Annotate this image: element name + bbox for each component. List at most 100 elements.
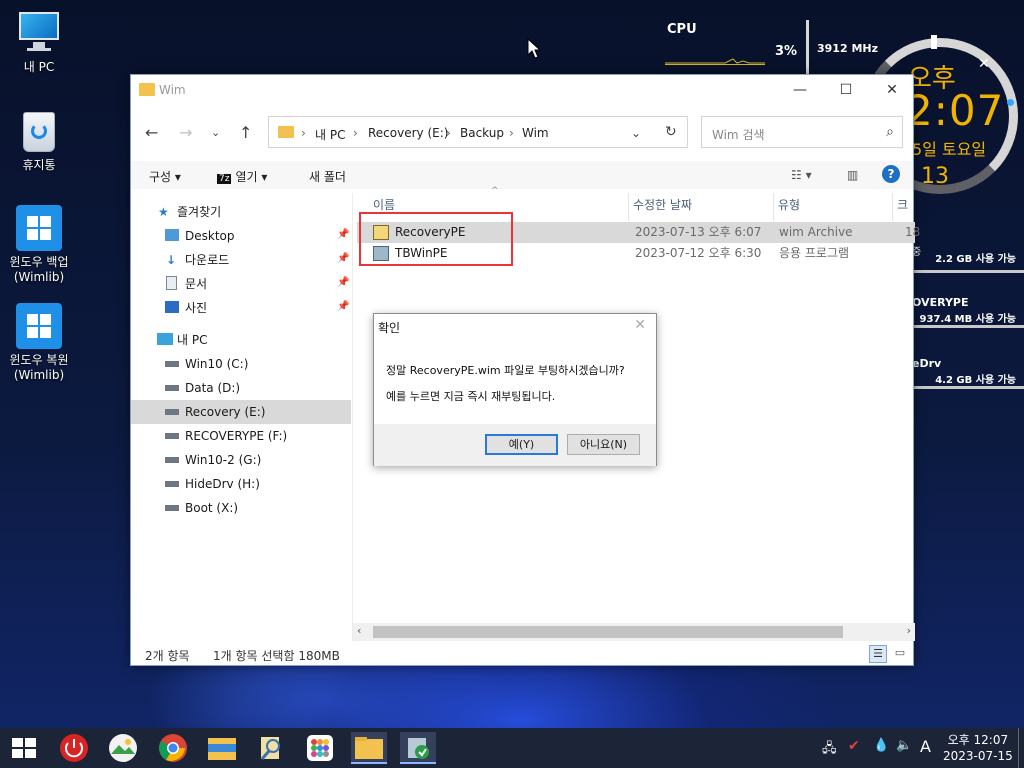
drive-gadget: OVERYPE 937.4 MB 사용 가능	[912, 296, 1024, 328]
status-item-count: 2개 항목	[145, 649, 190, 663]
tree-item-pictures[interactable]: 사진 📌	[131, 296, 351, 320]
no-button[interactable]: 아니요(N)	[567, 434, 640, 455]
yes-button[interactable]: 예(Y)	[485, 434, 558, 455]
desktop-icon-recycle-bin[interactable]: 휴지통	[0, 108, 78, 173]
column-header-size[interactable]: 크	[893, 193, 915, 221]
drive-free: 937.4 MB 사용 가능	[919, 314, 1016, 325]
tree-item-quick-access[interactable]: ★ 즐겨찾기	[131, 200, 351, 224]
tree-item-drive-x[interactable]: Boot (X:)	[131, 496, 351, 520]
mouse-cursor-icon	[527, 38, 541, 59]
drive-free: 2.2 GB 사용 가능	[935, 254, 1016, 265]
start-button[interactable]	[6, 732, 42, 764]
chevron-right-icon: ›	[446, 126, 451, 140]
close-button[interactable]: ✕	[869, 75, 915, 105]
cpu-divider	[806, 20, 809, 74]
desktop-icon-windows-backup[interactable]: 윈도우 백업 (Wimlib)	[0, 205, 78, 285]
organize-button[interactable]: 구성 ▾	[149, 168, 181, 185]
recent-dropdown-icon[interactable]: ⌄	[211, 126, 220, 139]
large-icons-view-icon[interactable]: ▭	[891, 645, 909, 663]
highlight-annotation	[359, 212, 513, 266]
new-folder-button[interactable]: 새 폴더	[309, 168, 346, 185]
tree-label: 다운로드	[185, 253, 230, 267]
desktop-icon	[165, 229, 179, 241]
tree-item-drive-g[interactable]: Win10-2 (G:)	[131, 448, 351, 472]
tree-item-drive-d[interactable]: Data (D:)	[131, 376, 351, 400]
breadcrumb-item[interactable]: Wim	[522, 126, 549, 140]
search-box[interactable]: Wim 검색 ⌕	[701, 116, 903, 148]
tree-label: HideDrv (H:)	[185, 477, 260, 491]
tree-item-this-pc[interactable]: 내 PC	[131, 328, 351, 352]
tree-label: 문서	[185, 277, 208, 291]
scroll-right-icon[interactable]: ›	[907, 624, 911, 637]
taskbar: 🖧 ✔ 💧 🔈 A 오후 12:07 2023-07-15	[0, 728, 1024, 768]
desktop: 내 PC 휴지통 윈도우 백업 (Wimlib) 윈도우 복원 (Wimlib)…	[0, 0, 1024, 728]
window-title: Wim	[159, 83, 186, 97]
scroll-thumb[interactable]	[373, 626, 843, 638]
taskbar-tbwinpe[interactable]	[400, 732, 436, 764]
breadcrumb-item[interactable]: Backup	[460, 126, 504, 140]
navigation-pane: ★ 즐겨찾기 Desktop 📌 ↓ 다운로드 📌 문서 📌 사진 📌 내 PC…	[131, 193, 353, 641]
taskbar-photos[interactable]	[105, 732, 141, 764]
pin-icon: 📌	[337, 301, 350, 312]
status-selection: 1개 항목 선택함 180MB	[213, 649, 340, 663]
volume-icon[interactable]: 🔈	[896, 738, 912, 753]
up-arrow-icon[interactable]: ↑	[239, 123, 252, 142]
tree-item-drive-e[interactable]: Recovery (E:)	[131, 400, 351, 424]
drive-icon	[165, 505, 179, 511]
windows-logo-icon	[12, 738, 36, 758]
help-icon[interactable]: ?	[882, 165, 900, 183]
windows-logo-icon	[16, 303, 62, 349]
tree-item-drive-h[interactable]: HideDrv (H:)	[131, 472, 351, 496]
tree-item-drive-c[interactable]: Win10 (C:)	[131, 352, 351, 376]
tree-label: Data (D:)	[185, 381, 241, 395]
dialog-footer: 예(Y) 아니요(N)	[374, 424, 656, 466]
power-button[interactable]	[56, 732, 92, 764]
file-modified: 2023-07-12 오후 6:30	[635, 246, 762, 260]
clock-tick	[931, 35, 937, 49]
open-button[interactable]: 7z 열기 ▾	[217, 168, 267, 185]
forward-arrow-icon[interactable]: →	[179, 123, 192, 142]
address-bar[interactable]: › 내 PC › Recovery (E:) › Backup › Wim ⌄ …	[268, 116, 688, 148]
view-options-icon[interactable]: ☷ ▾	[791, 168, 812, 182]
taskbar-apps[interactable]	[302, 732, 338, 764]
chevron-down-icon[interactable]: ⌄	[631, 126, 641, 140]
scroll-left-icon[interactable]: ‹	[357, 624, 361, 637]
dialog-close-icon[interactable]: ✕	[634, 317, 646, 333]
network-icon[interactable]: 🖧	[822, 739, 837, 761]
title-bar[interactable]: Wim — ☐ ✕	[131, 75, 913, 105]
preview-pane-icon[interactable]: ▥	[847, 168, 858, 182]
breadcrumb-item[interactable]: 내 PC	[315, 126, 345, 143]
details-view-icon[interactable]: ☰	[869, 645, 887, 663]
cpu-percent: 3%	[775, 44, 798, 59]
taskbar-explorer[interactable]	[351, 732, 387, 764]
refresh-icon[interactable]: ↻	[665, 124, 677, 140]
taskbar-file-manager[interactable]	[204, 732, 240, 764]
input-language-indicator[interactable]: A	[920, 737, 931, 756]
tree-item-documents[interactable]: 문서 📌	[131, 272, 351, 296]
maximize-button[interactable]: ☐	[823, 75, 869, 105]
drive-bar	[912, 270, 1024, 273]
horizontal-scrollbar[interactable]: ‹ ›	[353, 623, 915, 641]
drive-gadget: 중 2.2 GB 사용 가능	[912, 243, 1024, 273]
desktop-icon-windows-restore[interactable]: 윈도우 복원 (Wimlib)	[0, 303, 78, 383]
desktop-icon-this-pc[interactable]: 내 PC	[0, 10, 78, 75]
back-arrow-icon[interactable]: ←	[145, 123, 158, 142]
water-drop-icon[interactable]: 💧	[873, 738, 889, 753]
show-desktop-button[interactable]	[1018, 728, 1019, 768]
column-header-modified[interactable]: 수정한 날짜	[629, 193, 774, 221]
breadcrumb-item[interactable]: Recovery (E:)	[368, 126, 448, 140]
taskbar-clock[interactable]: 오후 12:07 2023-07-15	[943, 732, 1013, 764]
tree-item-drive-f[interactable]: RECOVERYPE (F:)	[131, 424, 351, 448]
minimize-button[interactable]: —	[777, 75, 823, 105]
tree-item-downloads[interactable]: ↓ 다운로드 📌	[131, 248, 351, 272]
taskbar-chrome[interactable]	[155, 732, 191, 764]
drive-icon	[165, 385, 179, 391]
tree-item-desktop[interactable]: Desktop 📌	[131, 224, 351, 248]
tree-label: 즐겨찾기	[177, 205, 222, 219]
drive-gadget: eDrv 4.2 GB 사용 가능	[912, 357, 1024, 389]
desktop-icon-label: 윈도우 백업 (Wimlib)	[9, 255, 69, 284]
photos-icon	[109, 734, 137, 762]
security-icon[interactable]: ✔	[848, 738, 860, 754]
taskbar-search-tool[interactable]	[253, 732, 289, 764]
column-header-type[interactable]: 유형	[774, 193, 893, 221]
